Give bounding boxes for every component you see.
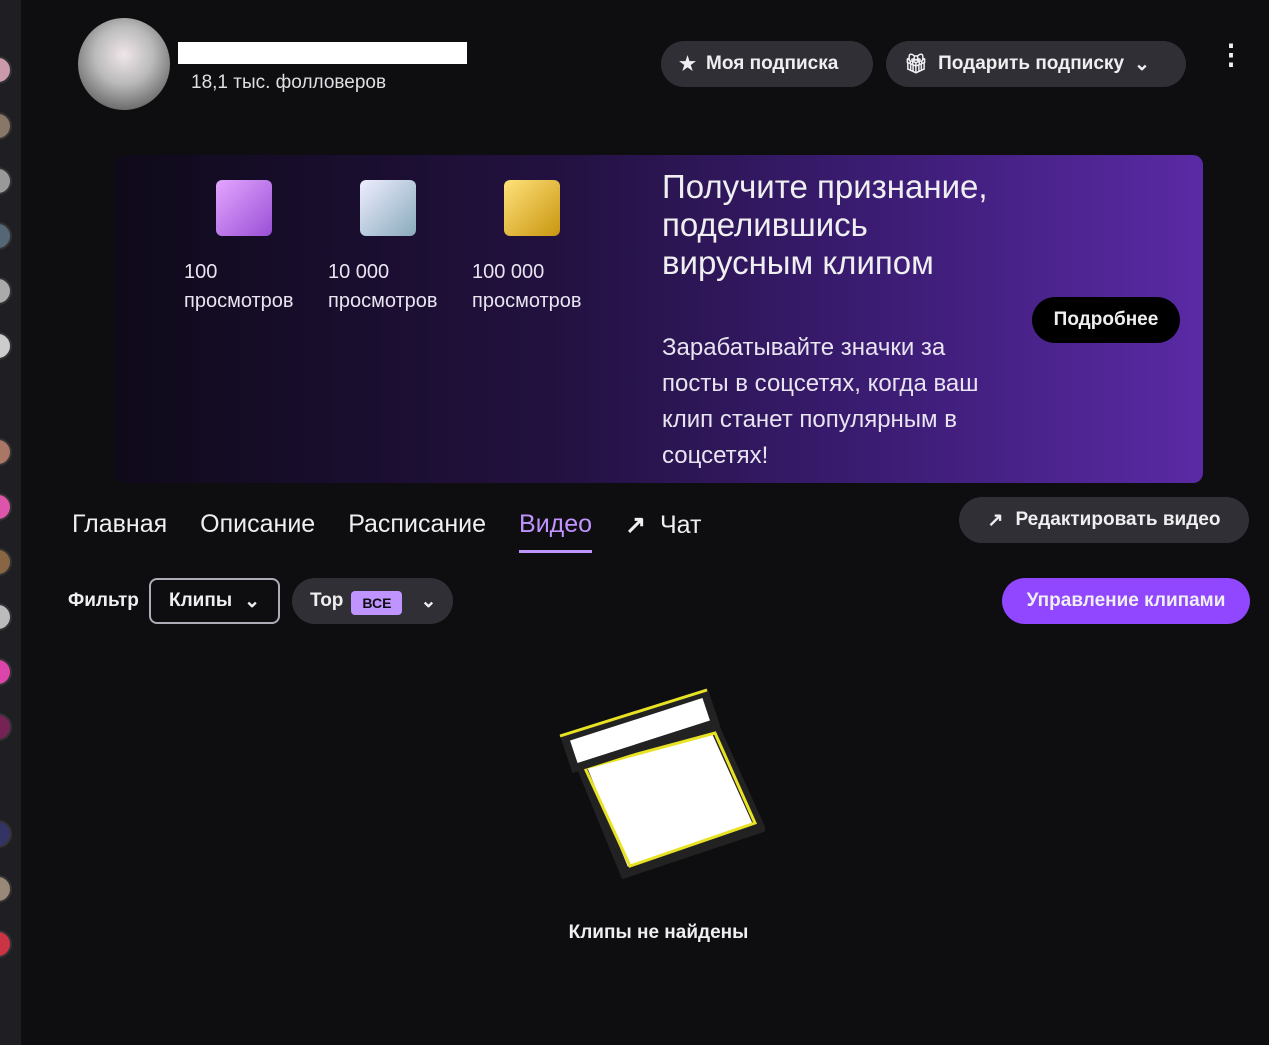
star-icon: ★ (679, 53, 697, 75)
followed-channels-sidebar (0, 0, 21, 1045)
channel-avatar[interactable] (0, 713, 12, 741)
learn-more-button[interactable]: Подробнее (1032, 297, 1180, 343)
channel-avatar[interactable] (0, 56, 12, 84)
manage-clips-button[interactable]: Управление клипами (1002, 578, 1250, 624)
badge-100: 100 просмотров (184, 180, 294, 316)
channel-avatar[interactable] (0, 658, 12, 686)
tab-schedule[interactable]: Расписание (348, 510, 486, 553)
channel-avatar[interactable] (0, 438, 12, 466)
banner-title: Получите признание, поделившись вирусным… (662, 168, 988, 281)
gold-crown-clapper-badge-icon (504, 180, 560, 236)
tab-chat[interactable]: ↗ Чат (625, 510, 701, 553)
external-arrow-icon: ↗ (625, 511, 647, 539)
banner-subtitle: Зарабатывайте значки за посты в соцсетях… (662, 334, 979, 469)
channel-avatar[interactable] (0, 222, 12, 250)
channel-avatar[interactable] (0, 112, 12, 140)
chevron-down-icon: ⌄ (1134, 53, 1150, 75)
my-subscription-button[interactable]: ★ Моя подписка (661, 41, 873, 87)
gift-icon: 🎁︎ (904, 54, 929, 75)
badge-100000: 100 000 просмотров (472, 180, 582, 316)
clapperboard-illustration (559, 688, 765, 880)
channel-name-redacted (178, 42, 467, 64)
gift-subscription-button[interactable]: 🎁︎ Подарить подписку ⌄ (886, 41, 1186, 87)
sort-dropdown[interactable]: Top ВСЕ ⌄ (292, 578, 453, 624)
edit-videos-button[interactable]: ↗ Редактировать видео (959, 497, 1249, 543)
badge-10000: 10 000 просмотров (328, 180, 438, 316)
channel-avatar[interactable] (0, 167, 12, 195)
channel-avatar[interactable] (0, 548, 12, 576)
more-options-icon[interactable]: ⋮ (1217, 41, 1245, 69)
channel-avatar[interactable] (0, 493, 12, 521)
follower-count: 18,1 тыс. фолловеров (191, 72, 387, 93)
tab-videos[interactable]: Видео (519, 510, 593, 553)
channel-avatar[interactable] (0, 875, 12, 903)
no-clips-message: Клипы не найдены (568, 922, 749, 943)
filter-label: Фильтр (68, 590, 139, 611)
channel-avatar[interactable] (0, 603, 12, 631)
chevron-down-icon: ⌄ (420, 590, 437, 612)
channel-avatar[interactable] (0, 277, 12, 305)
channel-avatar[interactable] (0, 820, 12, 848)
external-arrow-icon: ↗ (987, 509, 1004, 531)
tab-home[interactable]: Главная (72, 510, 167, 553)
tab-about[interactable]: Описание (200, 510, 315, 553)
filter-type-dropdown[interactable]: Клипы ⌄ (149, 578, 280, 624)
silver-clapper-badge-icon (360, 180, 416, 236)
channel-avatar[interactable] (0, 332, 12, 360)
purple-clapper-badge-icon (216, 180, 272, 236)
channel-avatar[interactable] (78, 18, 170, 110)
period-badge: ВСЕ (351, 591, 403, 615)
channel-tabs: Главная Описание Расписание Видео ↗ Чат (72, 510, 701, 553)
chevron-down-icon: ⌄ (244, 590, 260, 612)
